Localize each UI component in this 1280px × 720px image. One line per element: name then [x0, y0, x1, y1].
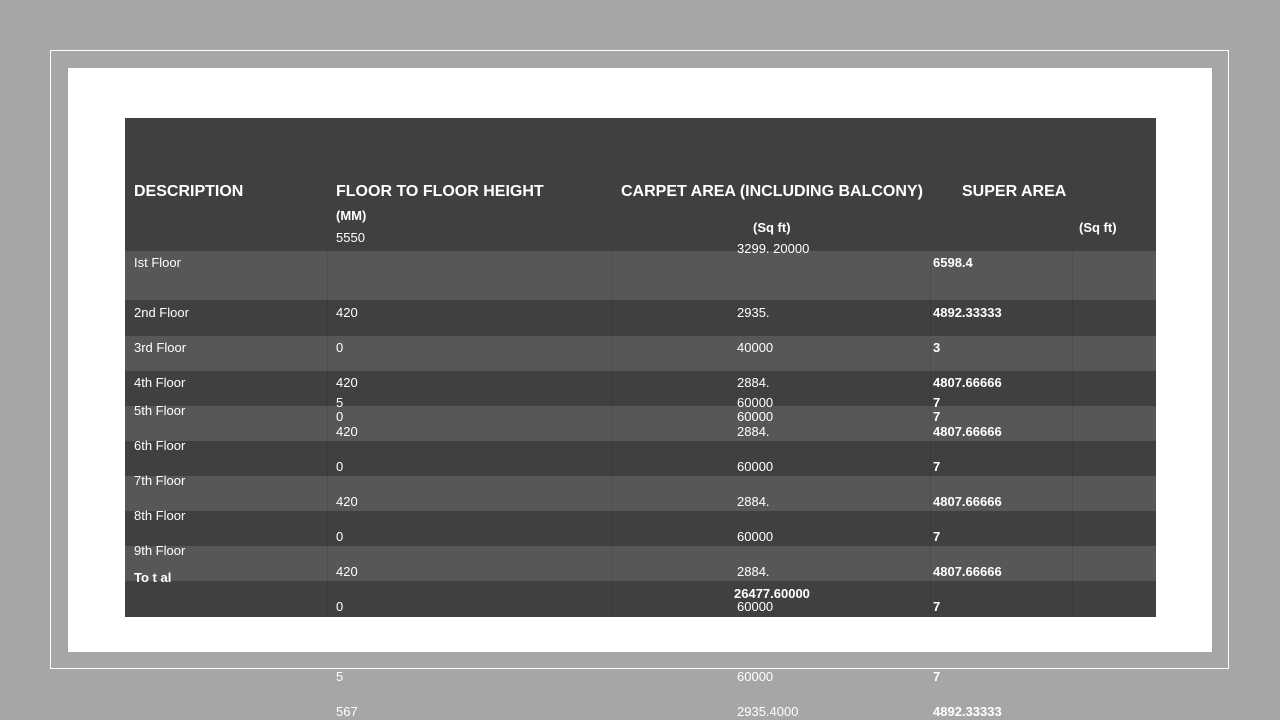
- floor-label: 7th Floor: [134, 473, 186, 488]
- super-area-value: 7: [933, 599, 941, 614]
- height-value: 5: [336, 669, 344, 684]
- height-value: 567: [336, 704, 358, 719]
- carpet-area-value: 2884.: [737, 424, 770, 439]
- column-header-floor-height: FLOOR TO FLOOR HEIGHT: [336, 183, 544, 200]
- carpet-area-value: 60000: [737, 669, 774, 684]
- carpet-area-value: 2884.: [737, 375, 770, 390]
- super-area-value: 7: [933, 529, 941, 544]
- table-row-band: [125, 511, 1156, 546]
- table-row-band: [125, 336, 1156, 371]
- column-divider: [930, 251, 931, 617]
- carpet-area-value: 60000: [737, 599, 774, 614]
- height-value: 5: [336, 395, 344, 410]
- height-value: 420: [336, 424, 358, 439]
- height-value: 420: [336, 375, 358, 390]
- super-area-value: 4892.33333: [933, 704, 1002, 719]
- height-value: 420: [336, 494, 358, 509]
- height-value: 0: [336, 529, 344, 544]
- height-value: 0: [336, 599, 344, 614]
- carpet-area-value: 40000: [737, 340, 774, 355]
- floor-label: 5th Floor: [134, 403, 186, 418]
- carpet-area-value: 2884.: [737, 494, 770, 509]
- super-area-value: 4807.66666: [933, 494, 1002, 509]
- column-header-description: DESCRIPTION: [134, 183, 244, 200]
- super-area-value: 7: [933, 409, 941, 424]
- super-area-value: 6598.4: [933, 255, 973, 270]
- height-value: 5550: [336, 230, 365, 245]
- column-divider: [1072, 251, 1073, 617]
- column-divider: [612, 251, 613, 617]
- table-row-band: [125, 441, 1156, 476]
- column-header-floor-height-unit: (MM): [336, 208, 367, 223]
- total-label: To t al: [134, 570, 172, 585]
- carpet-area-value: 60000: [737, 409, 774, 424]
- super-area-value: 4807.66666: [933, 564, 1002, 579]
- table-row-band: [125, 581, 1156, 617]
- floor-label: 3rd Floor: [134, 340, 187, 355]
- height-value: 420: [336, 564, 358, 579]
- super-area-value: 3: [933, 340, 941, 355]
- column-header-carpet-area: CARPET AREA (INCLUDING BALCONY): [621, 183, 923, 200]
- super-area-value: 4892.33333: [933, 305, 1002, 320]
- floor-label: 2nd Floor: [134, 305, 189, 320]
- height-value: 0: [336, 409, 344, 424]
- column-header-super-area: SUPER AREA: [962, 183, 1067, 200]
- carpet-area-value: 60000: [737, 529, 774, 544]
- floor-label: 6th Floor: [134, 438, 186, 453]
- super-area-value: 4807.66666: [933, 375, 1002, 390]
- floor-label: 8th Floor: [134, 508, 186, 523]
- floor-label: Ist Floor: [134, 255, 181, 270]
- carpet-area-value: 2884.: [737, 564, 770, 579]
- column-divider: [327, 251, 328, 617]
- height-value: 0: [336, 340, 344, 355]
- super-area-value: 7: [933, 669, 941, 684]
- carpet-area-value: 2935.4000: [737, 704, 799, 719]
- table-row-band: [125, 251, 1156, 300]
- carpet-area-value: 60000: [737, 395, 774, 410]
- floor-label: 4th Floor: [134, 375, 186, 390]
- super-area-value: 4807.66666: [933, 424, 1002, 439]
- floor-label: 9th Floor: [134, 543, 186, 558]
- carpet-area-value: 60000: [737, 459, 774, 474]
- carpet-area-value: 3299. 20000: [737, 241, 810, 256]
- height-value: 0: [336, 459, 344, 474]
- height-value: 420: [336, 305, 358, 320]
- column-header-carpet-area-unit: (Sq ft): [753, 220, 791, 235]
- super-area-value: 7: [933, 459, 941, 474]
- super-area-value: 7: [933, 395, 941, 410]
- carpet-area-value: 2935.: [737, 305, 770, 320]
- column-header-super-area-unit: (Sq ft): [1079, 220, 1117, 235]
